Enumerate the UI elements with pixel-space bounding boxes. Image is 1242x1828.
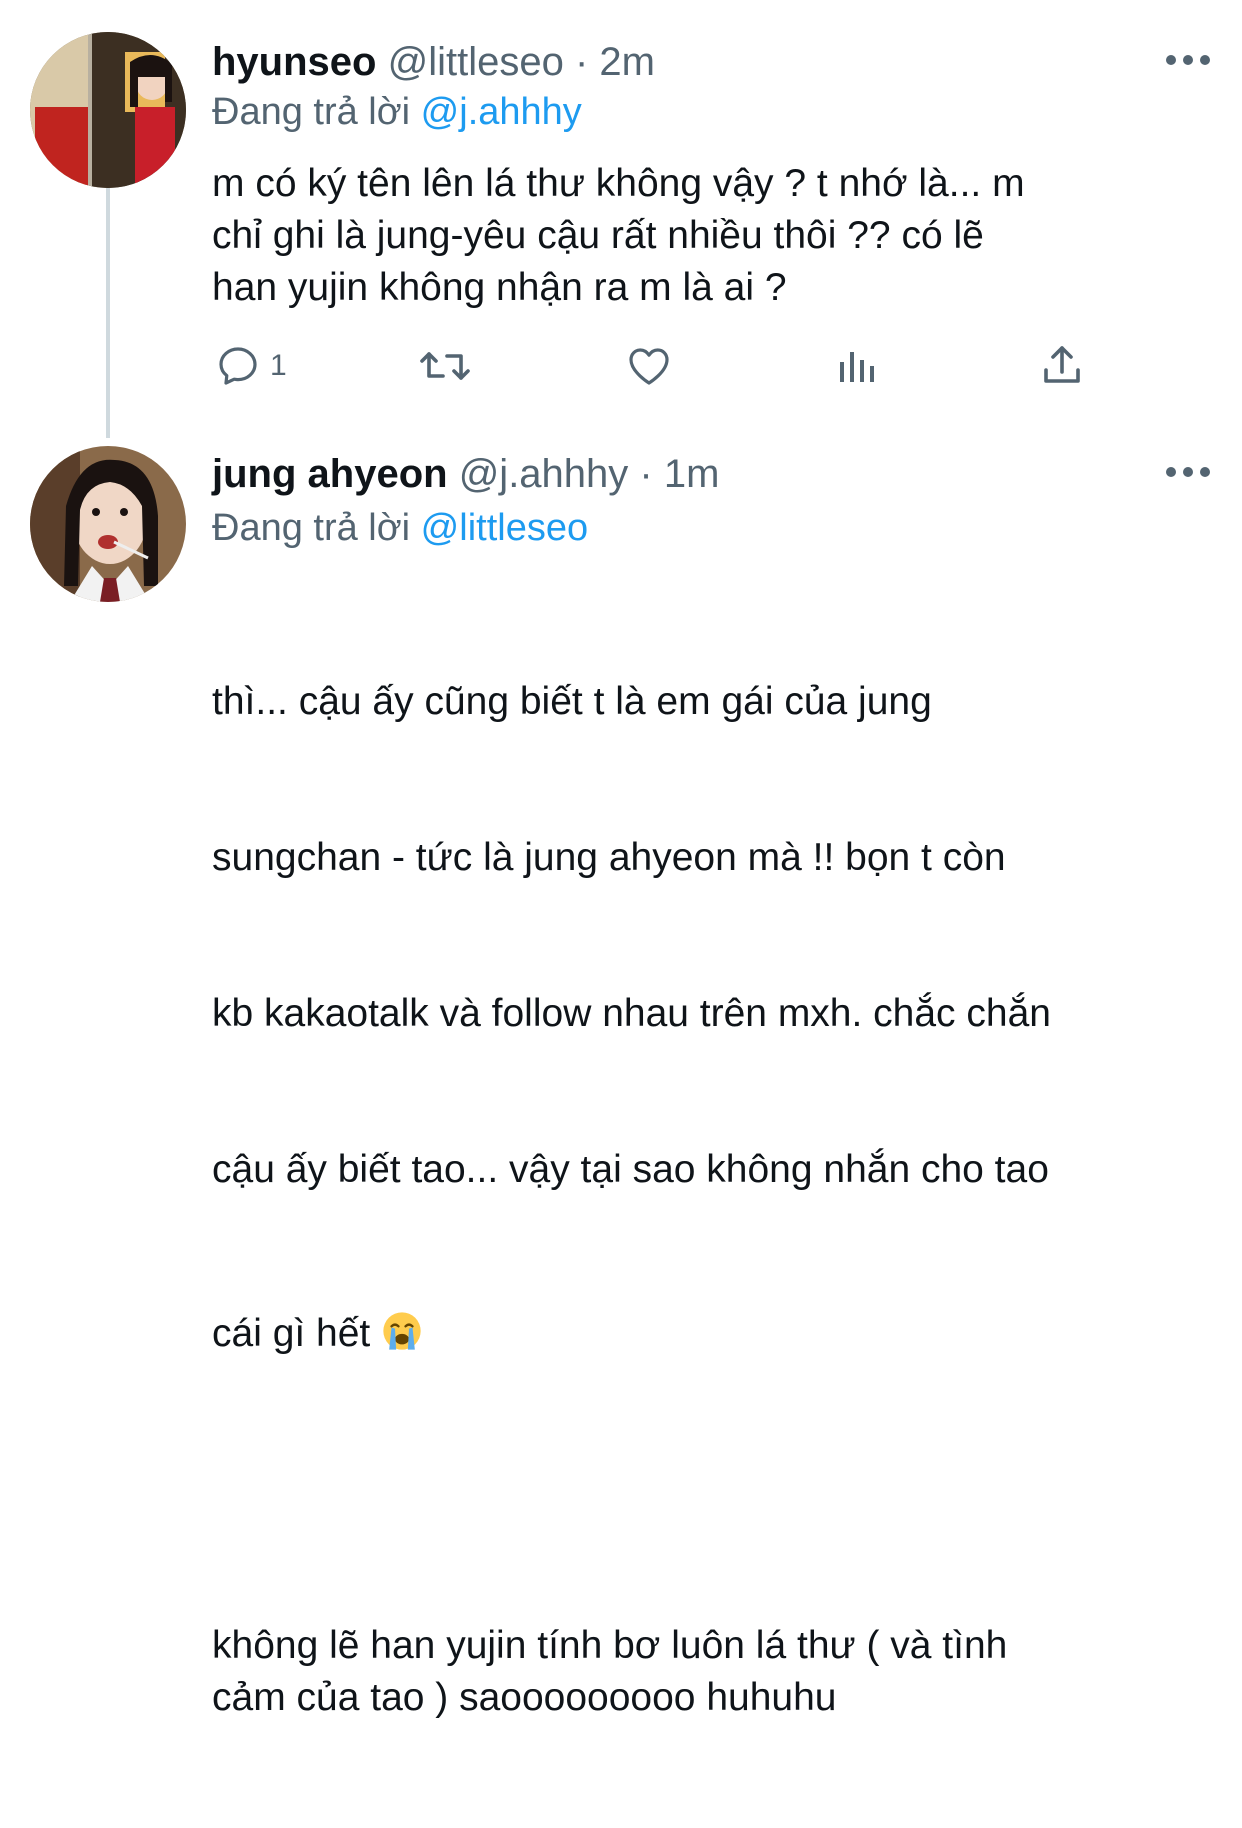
timestamp[interactable]: 1m	[664, 452, 720, 496]
replying-to-prefix: Đang trả lời	[212, 91, 411, 133]
more-dot	[1183, 467, 1193, 477]
replying-to: Đang trả lời @j.ahhhy	[212, 88, 582, 136]
avatar-photo-image	[30, 446, 186, 602]
retweet-button[interactable]	[416, 342, 474, 390]
tweet-text-line: thì... cậu ấy cũng biết t là em gái của …	[212, 680, 932, 723]
tweet-text: thì... cậu ấy cũng biết t là em gái của …	[212, 572, 1212, 1828]
tweet-header: jung ahyeon @j.ahhhy · 1m	[212, 450, 719, 498]
loudly-crying-face-icon	[383, 1312, 421, 1350]
tweet-text-line: cậu ấy biết tao... vậy tại sao không nhắ…	[212, 1148, 1049, 1191]
separator-dot: ·	[639, 452, 653, 496]
more-dot	[1200, 467, 1210, 477]
avatar-hyunseo[interactable]	[30, 32, 186, 188]
replying-to-prefix: Đang trả lời	[212, 507, 411, 549]
more-dot	[1166, 467, 1176, 477]
replying-to-mention[interactable]: @j.ahhhy	[421, 91, 582, 133]
share-button[interactable]	[1038, 342, 1086, 390]
more-dot	[1166, 55, 1176, 65]
more-dot	[1183, 55, 1193, 65]
user-handle[interactable]: @j.ahhhy	[459, 452, 629, 496]
tweet-text-line-with-emoji: cái gì hết	[212, 1308, 1212, 1360]
timestamp[interactable]: 2m	[599, 40, 655, 84]
display-name[interactable]: jung ahyeon	[212, 452, 448, 496]
replying-to: Đang trả lời @littleseo	[212, 504, 588, 552]
more-icon[interactable]	[1166, 462, 1210, 482]
reply-button[interactable]: 1	[214, 342, 287, 390]
replying-to-mention[interactable]: @littleseo	[421, 507, 588, 549]
tweet-text-segment: cái gì hết	[212, 1312, 371, 1355]
like-button[interactable]	[624, 342, 674, 390]
display-name[interactable]: hyunseo	[212, 40, 376, 84]
tweet-hyunseo[interactable]: hyunseo @littleseo · 2m Đang trả lời @j.…	[0, 0, 1242, 440]
avatar-jung-ahyeon[interactable]	[30, 446, 186, 602]
tweet-header: hyunseo @littleseo · 2m	[212, 38, 655, 86]
reply-count: 1	[270, 349, 287, 382]
analytics-button[interactable]	[832, 342, 880, 390]
analytics-icon	[840, 352, 874, 382]
tweet-text: m có ký tên lên lá thư không vậy ? t nhớ…	[212, 162, 1025, 309]
tweet-text-line: sungchan - tức là jung ahyeon mà !! bọn …	[212, 836, 1006, 879]
tweet-text-paragraph: không lẽ han yujin tính bơ luôn lá thư (…	[212, 1624, 1008, 1719]
reply-icon	[219, 347, 257, 385]
heart-icon	[629, 348, 669, 385]
retweet-icon	[420, 352, 470, 380]
tweet-text-line: kb kakaotalk và follow nhau trên mxh. ch…	[212, 992, 1051, 1035]
user-handle[interactable]: @littleseo	[388, 40, 564, 84]
tweet-actions: 1	[212, 342, 1112, 402]
tweet-jung-ahyeon[interactable]: jung ahyeon @j.ahhhy · 1m Đang trả lời @…	[0, 440, 1242, 1719]
separator-dot: ·	[574, 40, 589, 84]
avatar-photo-image	[30, 32, 186, 188]
share-icon	[1044, 346, 1080, 383]
more-icon[interactable]	[1166, 50, 1210, 70]
more-dot	[1200, 55, 1210, 65]
